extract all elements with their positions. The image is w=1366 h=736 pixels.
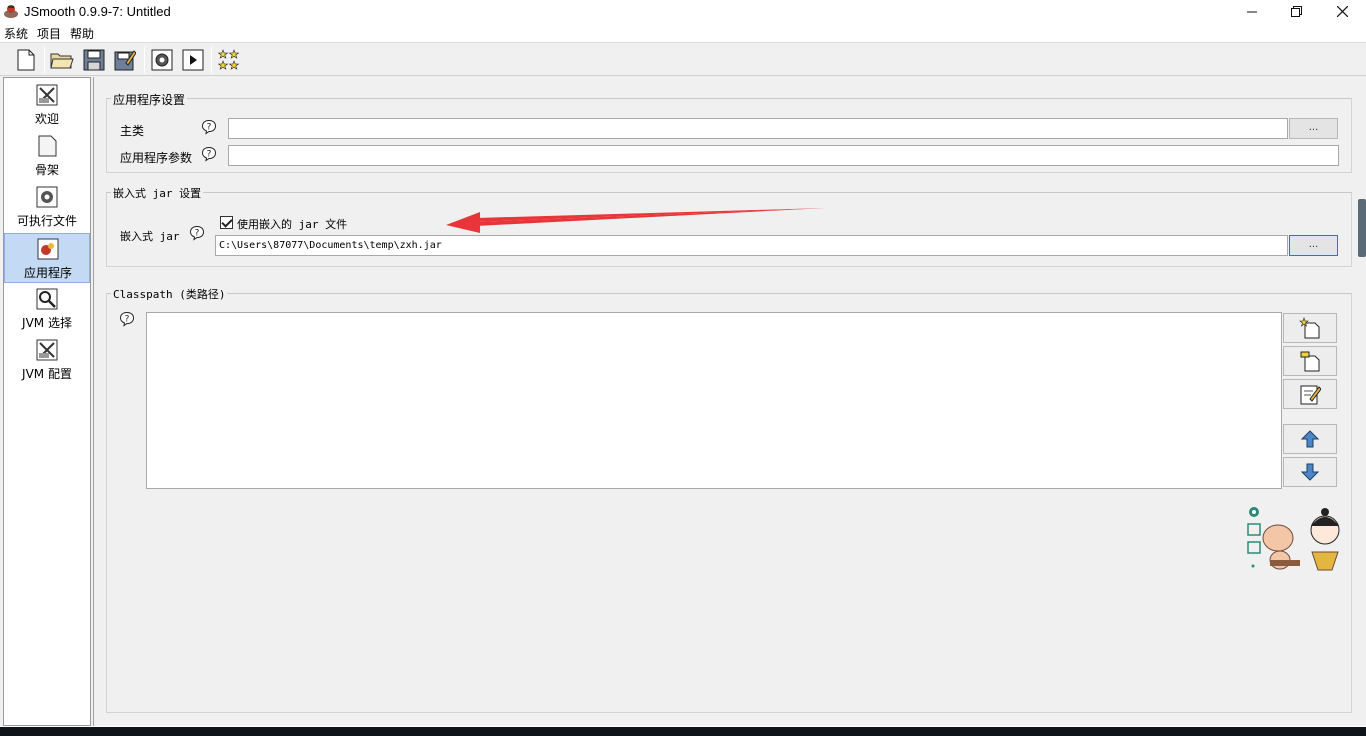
sidebar-item-jvm-select[interactable]: JVM 选择 <box>4 284 90 334</box>
svg-text:?: ? <box>207 123 212 133</box>
use-embedded-jar-label: 使用嵌入的 jar 文件 <box>237 218 348 231</box>
title-bar: JSmooth 0.9.9-7: Untitled <box>0 0 1366 23</box>
use-embedded-jar-checkbox[interactable] <box>220 216 233 229</box>
classpath-legend: Classpath (类路径) <box>111 286 228 302</box>
svg-text:?: ? <box>195 229 200 239</box>
jvm-config-icon <box>36 339 58 361</box>
ime-mascot-image <box>1247 507 1340 571</box>
about-button[interactable] <box>217 48 241 72</box>
new-file-icon <box>17 49 35 71</box>
executable-icon <box>36 186 58 208</box>
sidebar-item-jvm-config[interactable]: JVM 配置 <box>4 335 90 385</box>
toolbar <box>0 42 1366 76</box>
menu-system[interactable]: 系统 <box>4 25 28 42</box>
menu-help[interactable]: 帮助 <box>70 25 94 42</box>
sidebar-item-label: 应用程序 <box>23 266 72 280</box>
svg-text:?: ? <box>207 150 212 160</box>
add-classpath-button[interactable] <box>1283 313 1337 343</box>
sidebar-item-label: 骨架 <box>34 163 59 177</box>
help-icon[interactable]: ? <box>201 146 217 162</box>
embedded-jar-legend: 嵌入式 jar 设置 <box>111 185 204 201</box>
move-down-icon <box>1300 463 1320 481</box>
sidebar-item-executable[interactable]: 可执行文件 <box>4 182 90 232</box>
menu-project[interactable]: 项目 <box>37 25 61 42</box>
app-logo-icon <box>4 5 18 18</box>
skeleton-icon <box>38 135 57 157</box>
add-directory-icon <box>1300 351 1320 372</box>
open-project-button[interactable] <box>50 48 74 72</box>
minimize-icon <box>1247 11 1257 12</box>
move-up-icon <box>1300 430 1320 448</box>
maximize-button[interactable] <box>1273 0 1319 23</box>
save-as-button[interactable] <box>113 48 137 72</box>
move-up-button[interactable] <box>1283 424 1337 454</box>
app-settings-legend: 应用程序设置 <box>111 91 188 108</box>
close-button[interactable] <box>1319 0 1365 23</box>
new-project-button[interactable] <box>14 48 38 72</box>
sidebar-item-application[interactable]: 应用程序 <box>4 233 90 283</box>
sidebar-item-label: 可执行文件 <box>16 214 77 228</box>
embedded-jar-browse-button[interactable]: ... <box>1289 235 1338 256</box>
close-icon <box>1336 6 1348 17</box>
sidebar-item-label: JVM 选择 <box>22 316 72 330</box>
save-icon <box>83 49 105 71</box>
main-class-label: 主类 <box>120 124 145 138</box>
sidebar-item-skeleton[interactable]: 骨架 <box>4 131 90 181</box>
save-as-icon <box>114 50 136 71</box>
embedded-jar-path-input[interactable]: C:\Users\87077\Documents\temp\zxh.jar <box>215 235 1288 256</box>
compile-button[interactable] <box>150 48 174 72</box>
add-classpath-icon <box>1299 317 1320 339</box>
svg-text:?: ? <box>125 315 130 325</box>
help-icon[interactable]: ? <box>119 311 135 327</box>
window-title: JSmooth 0.9.9-7: Untitled <box>24 4 171 19</box>
about-stars-icon <box>218 49 240 70</box>
app-args-label: 应用程序参数 <box>120 151 193 165</box>
edit-entry-icon <box>1300 385 1321 405</box>
open-folder-icon <box>50 53 74 69</box>
restore-icon <box>1290 6 1302 17</box>
sidebar-item-welcome[interactable]: 欢迎 <box>4 80 90 130</box>
main-class-input[interactable] <box>228 118 1288 139</box>
help-icon[interactable]: ? <box>201 119 217 135</box>
main-class-browse-button[interactable]: ... <box>1289 118 1338 139</box>
edit-entry-button[interactable] <box>1283 379 1337 409</box>
sidebar: 欢迎 骨架 可执行文件 应用程序 JVM 选择 JVM 配置 <box>3 77 91 726</box>
jvm-select-icon <box>36 288 58 310</box>
save-button[interactable] <box>82 48 106 72</box>
compile-gear-icon <box>151 49 173 71</box>
app-args-input[interactable] <box>228 145 1339 166</box>
sidebar-item-label: 欢迎 <box>34 112 59 126</box>
move-down-button[interactable] <box>1283 457 1337 487</box>
menu-bar: 系统 项目 帮助 <box>0 23 1366 42</box>
welcome-icon <box>36 84 58 106</box>
add-directory-button[interactable] <box>1283 346 1337 376</box>
embedded-jar-label: 嵌入式 jar <box>120 230 180 243</box>
run-icon <box>182 49 204 71</box>
help-icon[interactable]: ? <box>189 225 205 241</box>
sidebar-item-label: JVM 配置 <box>22 367 72 381</box>
application-icon <box>37 238 59 260</box>
classpath-list[interactable] <box>146 312 1282 489</box>
taskbar <box>0 727 1366 736</box>
annotation-arrow <box>446 208 826 233</box>
run-button[interactable] <box>181 48 205 72</box>
minimize-button[interactable] <box>1229 0 1275 23</box>
scrollbar-thumb[interactable] <box>1358 199 1366 257</box>
